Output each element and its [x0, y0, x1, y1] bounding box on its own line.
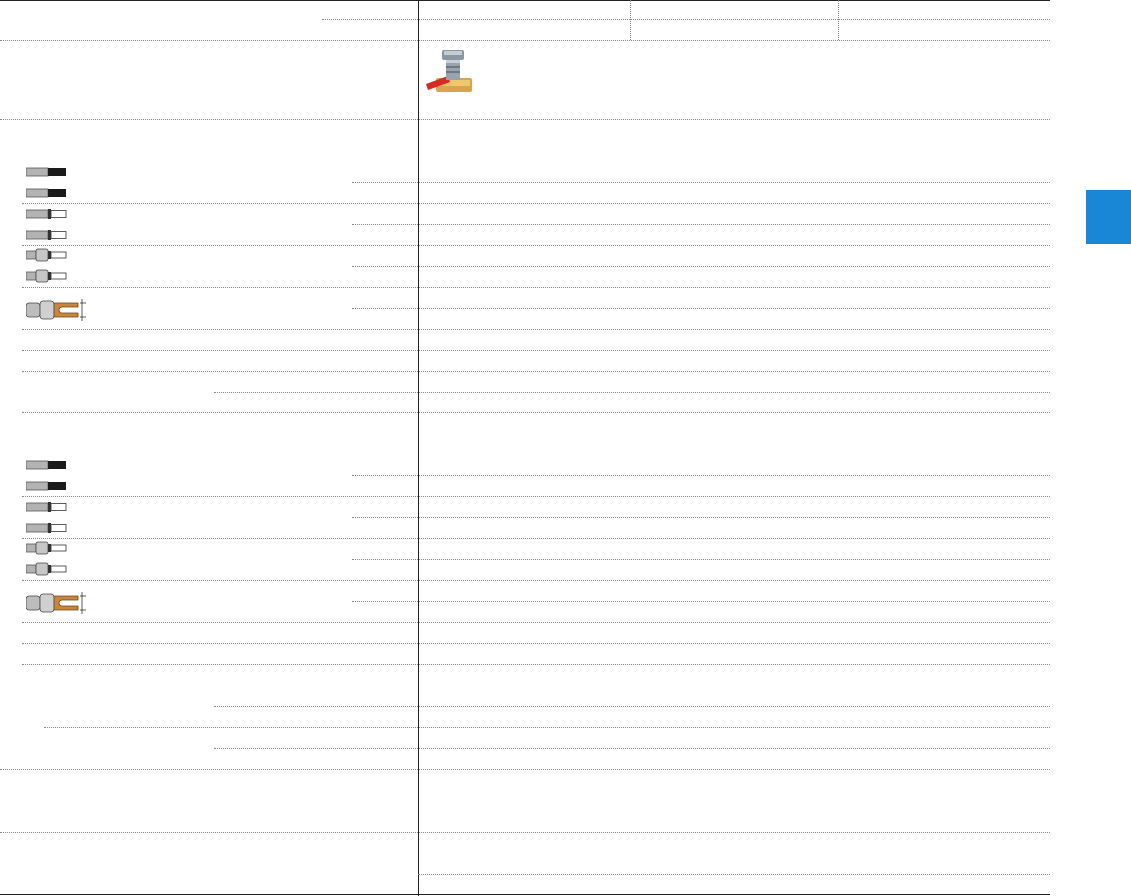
header-divider-1 — [630, 0, 631, 40]
column-divider — [418, 0, 419, 896]
row-rule — [22, 350, 1050, 351]
section-rule — [0, 769, 1050, 770]
section-side-tab — [1086, 190, 1131, 244]
row-rule — [22, 664, 1050, 665]
row-rule — [44, 727, 1050, 728]
row-rule — [22, 203, 1050, 204]
row-rule — [418, 874, 1050, 875]
row-rule — [214, 706, 1050, 707]
row-rule — [352, 601, 1050, 602]
ferrule-insulated-icon — [25, 207, 68, 225]
row-rule — [22, 329, 1050, 330]
header-rule-a — [322, 19, 1050, 20]
row-rule — [22, 643, 1050, 644]
section-rule — [22, 412, 1050, 413]
row-rule — [352, 475, 1050, 476]
row-rule — [352, 224, 1050, 225]
ferrule-bare-icon — [25, 165, 68, 183]
ferrule-collar-icon — [25, 248, 68, 267]
row-rule — [352, 308, 1050, 309]
screw-terminal-icon — [424, 46, 480, 101]
ferrule-collar-icon — [25, 541, 68, 560]
row-rule — [22, 245, 1050, 246]
row-rule — [22, 580, 1050, 581]
row-rule — [352, 182, 1050, 183]
header-divider-2 — [838, 0, 839, 40]
ferrule-bare-icon — [25, 186, 68, 204]
header-rule-b — [0, 40, 1050, 41]
ferrule-insulated-icon — [25, 500, 68, 518]
table-bottom-rule — [0, 894, 1050, 895]
fork-terminal-icon — [25, 590, 92, 621]
row-rule — [352, 517, 1050, 518]
row-rule — [22, 287, 1050, 288]
fork-terminal-icon — [25, 297, 92, 328]
ferrule-bare-icon — [25, 479, 68, 497]
row-rule — [22, 496, 1050, 497]
row-rule — [22, 622, 1050, 623]
header-rule-c — [0, 119, 1050, 120]
row-rule — [352, 266, 1050, 267]
row-rule — [214, 392, 1050, 393]
ferrule-collar-icon — [25, 562, 68, 581]
ferrule-bare-icon — [25, 458, 68, 476]
row-rule — [22, 371, 1050, 372]
row-rule — [214, 748, 1050, 749]
table-top-rule — [0, 0, 1050, 1]
section-rule — [0, 832, 1050, 833]
ferrule-insulated-icon — [25, 521, 68, 539]
ferrule-insulated-icon — [25, 228, 68, 246]
row-rule — [352, 559, 1050, 560]
row-rule — [22, 538, 1050, 539]
ferrule-collar-icon — [25, 269, 68, 288]
